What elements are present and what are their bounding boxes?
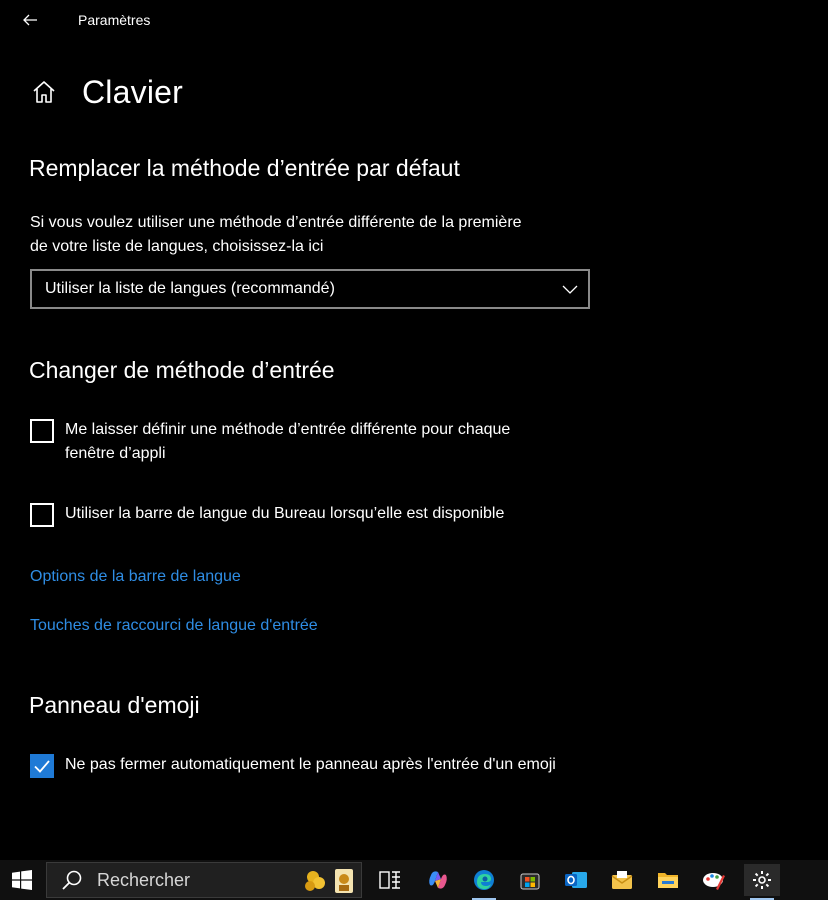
input-method-dropdown[interactable]: Utiliser la liste de langues (recommandé…: [30, 269, 590, 309]
emoji-panel-option: Ne pas fermer automatiquement le panneau…: [30, 753, 625, 778]
language-bar-options-link[interactable]: Options de la barre de langue: [30, 568, 241, 586]
app-title: Paramètres: [78, 12, 151, 28]
copilot-icon: [429, 871, 447, 889]
page-header: Clavier: [28, 70, 183, 114]
desktop-language-bar-label: Utiliser la barre de langue du Bureau lo…: [65, 505, 505, 522]
file-explorer-button[interactable]: [652, 864, 684, 896]
page-title: Clavier: [82, 73, 183, 110]
description-line-2: de votre liste de langues, choisissez-la…: [30, 238, 324, 255]
input-language-hotkeys-link[interactable]: Touches de raccourci de langue d'entrée: [30, 617, 318, 635]
task-view-button[interactable]: [374, 864, 406, 896]
section-title-default-method: Remplacer la méthode d’entrée par défaut: [29, 155, 460, 181]
outlook-icon: [565, 872, 587, 888]
checkmark-icon: [34, 760, 50, 773]
dropdown-selected-value: Utiliser la liste de langues (recommandé…: [45, 280, 335, 297]
edge-icon: [474, 870, 494, 890]
store-icon: [520, 873, 540, 890]
chevron-down-icon: [562, 285, 578, 294]
back-button[interactable]: [14, 6, 46, 34]
file-explorer-icon: [658, 873, 678, 888]
taskbar: Rechercher: [0, 860, 828, 900]
per-app-input-method-checkbox[interactable]: [30, 419, 54, 443]
paint-button[interactable]: [698, 864, 730, 896]
per-app-input-method-label: Me laisser définir une méthode d’entrée …: [65, 418, 585, 466]
paint-icon: [703, 873, 725, 890]
home-icon: [33, 81, 55, 103]
checkbox-label-line-2: fenêtre d’appli: [65, 445, 166, 462]
per-app-input-method-option: Me laisser définir une méthode d’entrée …: [30, 418, 585, 466]
section-title-switch-method: Changer de méthode d’entrée: [29, 357, 335, 383]
description-line-1: Si vous voulez utiliser une méthode d’en…: [30, 214, 522, 231]
taskbar-search-box[interactable]: Rechercher: [46, 862, 362, 898]
task-view-icon: [379, 871, 400, 889]
search-icon: [62, 870, 82, 890]
default-method-description: Si vous voulez utiliser une méthode d’en…: [30, 211, 590, 259]
title-bar: Paramètres: [0, 0, 828, 40]
settings-button[interactable]: [744, 864, 780, 900]
checkbox-label-line-1: Me laisser définir une méthode d’entrée …: [65, 421, 511, 438]
emoji-panel-checkbox[interactable]: [30, 754, 54, 778]
mail-envelope-icon: [611, 871, 633, 889]
emoji-panel-label: Ne pas fermer automatiquement le panneau…: [65, 756, 556, 773]
start-button[interactable]: [0, 860, 44, 900]
desktop-language-bar-option: Utiliser la barre de langue du Bureau lo…: [30, 502, 585, 527]
search-highlight-art-icon: [305, 869, 353, 893]
section-title-emoji: Panneau d'emoji: [29, 692, 200, 718]
copilot-button[interactable]: [422, 864, 454, 896]
store-button[interactable]: [514, 864, 546, 896]
desktop-language-bar-checkbox[interactable]: [30, 503, 54, 527]
search-placeholder: Rechercher: [97, 869, 191, 890]
settings-icon: [753, 871, 771, 889]
edge-button[interactable]: [468, 864, 500, 900]
windows-start-icon: [12, 870, 32, 890]
home-button[interactable]: [28, 76, 60, 108]
back-arrow-icon: [23, 14, 37, 26]
outlook-button[interactable]: [560, 864, 592, 896]
mail-button[interactable]: [606, 864, 638, 896]
